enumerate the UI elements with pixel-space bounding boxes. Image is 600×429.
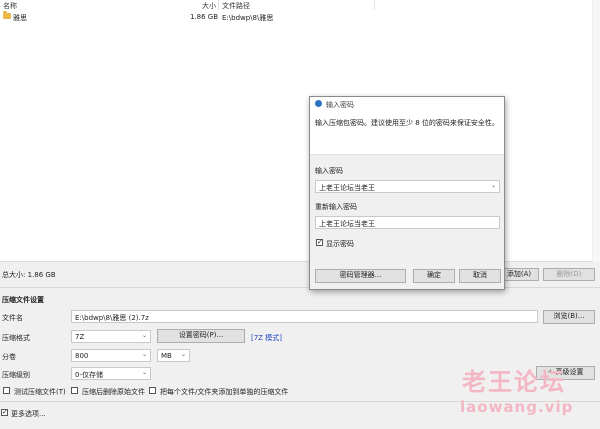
file-list: 名称 大小 文件路径 雅思 1.86 GB E:\bdwp\8\雅思	[0, 0, 600, 262]
password-label: 输入密码	[315, 167, 343, 175]
item-name: 雅思	[13, 14, 27, 22]
level-label: 压缩级别	[2, 371, 30, 379]
format-label: 压缩格式	[2, 334, 30, 342]
separate-archives-label: 把每个文件/文件夹添加到单独的压缩文件	[160, 388, 289, 396]
total-size: 总大小: 1.86 GB	[2, 271, 56, 279]
show-password-checkbox[interactable]	[316, 238, 323, 246]
divider	[0, 287, 600, 288]
column-size[interactable]: 大小	[202, 1, 216, 11]
filename-label: 文件名	[2, 314, 23, 322]
watermark-url: laowang.vip	[460, 398, 574, 416]
item-path: E:\bdwp\8\雅思	[222, 14, 274, 22]
column-path[interactable]: 文件路径	[222, 1, 250, 11]
chevron-down-icon: ⌄	[141, 351, 147, 358]
column-separator[interactable]	[374, 0, 375, 10]
delete-after-label: 压缩后删除原始文件	[82, 388, 145, 396]
test-archive-label: 测试压缩文件(T)	[14, 388, 66, 396]
separate-archives-checkbox[interactable]	[149, 387, 156, 394]
item-size: 1.86 GB	[190, 13, 219, 21]
filename-input[interactable]: E:\bdwp\8\雅思 (2).7z	[71, 310, 538, 323]
reenter-password-input[interactable]: 上老王论坛当老王	[315, 216, 500, 229]
dialog-titlebar[interactable]: 输入密码	[310, 97, 504, 111]
dialog-title: 输入密码	[326, 101, 354, 109]
vertical-scrollbar[interactable]	[592, 0, 600, 262]
list-item[interactable]: 雅思 1.86 GB E:\bdwp\8\雅思	[0, 11, 600, 23]
browse-button[interactable]: 浏览(B)...	[543, 310, 595, 324]
add-button[interactable]: 添加(A)	[499, 268, 539, 281]
column-separator[interactable]	[218, 0, 219, 10]
test-archive-checkbox[interactable]	[3, 387, 10, 394]
volume-select[interactable]: 800 ⌄	[71, 349, 151, 362]
format-select[interactable]: 7Z ⌄	[71, 330, 151, 343]
more-options-checkbox[interactable]	[1, 408, 8, 416]
delete-after-checkbox[interactable]	[71, 387, 78, 394]
chevron-down-icon: ⌄	[141, 332, 147, 339]
file-list-header: 名称 大小 文件路径	[0, 0, 600, 11]
chevron-down-icon: ⌄	[180, 351, 186, 358]
format-mode-link[interactable]: [7Z 模式]	[251, 333, 282, 343]
chevron-down-icon: ⌄	[141, 369, 147, 376]
column-name[interactable]: 名称	[3, 1, 17, 11]
volume-label: 分卷	[2, 353, 16, 361]
reenter-label: 重新输入密码	[315, 203, 357, 211]
password-manager-button[interactable]: 密码管理器...	[315, 269, 406, 283]
delete-button[interactable]: 删除(D)	[543, 268, 595, 281]
password-input[interactable]: 上老王论坛当老王 ⌄	[315, 180, 500, 193]
ok-button[interactable]: 确定	[413, 269, 455, 283]
dialog-info: 输入压缩包密码。建议使用至少 8 位的密码来保证安全性。	[315, 119, 499, 127]
set-password-button[interactable]: 设置密码(P)...	[157, 329, 245, 343]
password-dialog: 输入密码 输入压缩包密码。建议使用至少 8 位的密码来保证安全性。 输入密码 上…	[309, 96, 505, 290]
settings-title: 压缩文件设置	[2, 296, 44, 304]
cancel-button[interactable]: 取消	[459, 269, 501, 283]
volume-unit-select[interactable]: MB ⌄	[157, 349, 190, 362]
app-icon	[315, 100, 322, 107]
chevron-down-icon[interactable]: ⌄	[491, 182, 496, 189]
dialog-info-area: 输入压缩包密码。建议使用至少 8 位的密码来保证安全性。	[310, 111, 504, 155]
show-password-label[interactable]: 显示密码	[326, 239, 354, 249]
watermark-logo: 老王论坛	[462, 368, 566, 396]
more-options-label[interactable]: 更多选项...	[11, 409, 46, 419]
folder-icon	[3, 11, 11, 19]
level-select[interactable]: 0-仅存储 ⌄	[71, 367, 151, 380]
